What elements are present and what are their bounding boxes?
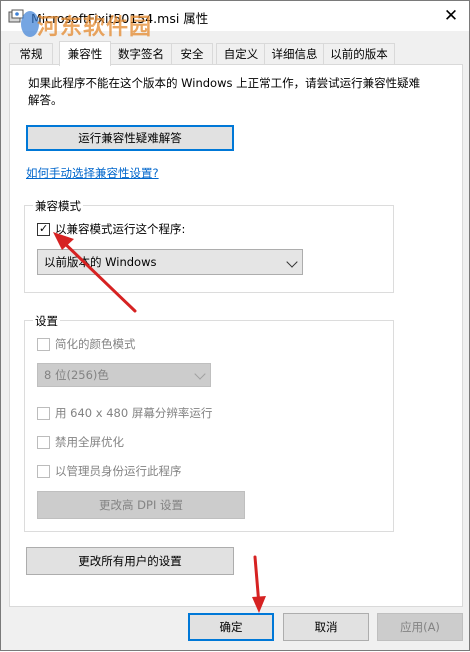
title-bar: MicrosoftFixit50154.msi 属性 ✕ [1,1,469,31]
compat-mode-label: 兼容模式 [33,198,83,214]
tab-security[interactable]: 安全 [171,43,213,65]
properties-window: MicrosoftFixit50154.msi 属性 ✕ 河东软件园 www.p… [0,0,470,651]
reduced-color-checkbox[interactable] [37,338,50,351]
color-depth-value: 8 位(256)色 [44,368,109,382]
reduced-color-row[interactable]: 简化的颜色模式 [37,336,237,352]
compat-mode-checkbox-row[interactable]: ✓ 以兼容模式运行这个程序: [37,221,237,237]
run-as-admin-row[interactable]: 以管理员身份运行此程序 [37,463,237,479]
close-icon: ✕ [443,6,459,26]
tab-general[interactable]: 常规 [9,43,53,65]
resolution-row[interactable]: 用 640 x 480 屏幕分辨率运行 [37,405,287,421]
chevron-down-icon [194,368,206,380]
troubleshoot-button[interactable]: 运行兼容性疑难解答 [26,125,234,151]
os-version-select[interactable]: 以前版本的 Windows [37,249,303,275]
color-depth-select[interactable]: 8 位(256)色 [37,363,211,387]
window-title: MicrosoftFixit50154.msi 属性 [31,11,209,26]
settings-group: 设置 简化的颜色模式 8 位(256)色 用 640 x 480 屏幕分辨率运行… [24,313,394,532]
fullscreen-opt-checkbox[interactable] [37,436,50,449]
tab-digital-signatures[interactable]: 数字签名 [109,43,173,65]
intro-text: 如果此程序不能在这个版本的 Windows 上正常工作，请尝试运行兼容性疑难解答… [28,76,421,107]
tab-custom[interactable]: 自定义 [216,43,266,65]
installer-file-icon [8,9,24,23]
manual-settings-link[interactable]: 如何手动选择兼容性设置? [26,165,159,181]
compat-mode-checkbox-label: 以兼容模式运行这个程序: [55,222,186,236]
apply-button[interactable]: 应用(A) [377,613,463,641]
ok-button[interactable]: 确定 [188,613,274,641]
all-users-settings-button[interactable]: 更改所有用户的设置 [26,547,234,575]
cancel-button[interactable]: 取消 [283,613,369,641]
tab-compatibility[interactable]: 兼容性 [59,41,111,66]
compatibility-panel: 如果此程序不能在这个版本的 Windows 上正常工作，请尝试运行兼容性疑难解答… [9,64,463,607]
run-as-admin-checkbox[interactable] [37,465,50,478]
resolution-label: 用 640 x 480 屏幕分辨率运行 [55,406,213,420]
fullscreen-opt-row[interactable]: 禁用全屏优化 [37,434,237,450]
os-version-value: 以前版本的 Windows [44,255,157,269]
compat-mode-group: 兼容模式 ✓ 以兼容模式运行这个程序: 以前版本的 Windows [24,198,394,293]
tab-details[interactable]: 详细信息 [264,43,325,65]
check-icon: ✓ [39,222,49,235]
reduced-color-label: 简化的颜色模式 [55,337,136,351]
run-as-admin-label: 以管理员身份运行此程序 [55,464,182,478]
fullscreen-opt-label: 禁用全屏优化 [55,435,124,449]
resolution-checkbox[interactable] [37,407,50,420]
settings-label: 设置 [33,313,60,329]
tab-previous-versions[interactable]: 以前的版本 [323,43,395,65]
close-button[interactable]: ✕ [433,1,469,31]
compat-mode-checkbox[interactable]: ✓ [37,222,50,236]
dpi-settings-button[interactable]: 更改高 DPI 设置 [37,491,245,519]
chevron-down-icon [286,256,298,268]
